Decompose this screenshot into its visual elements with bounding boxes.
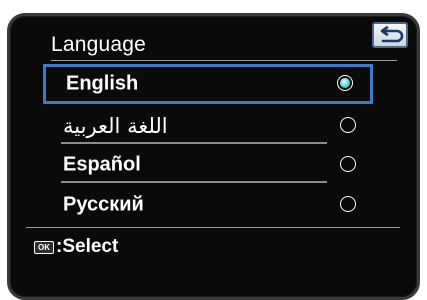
radio-unselected-icon[interactable] <box>340 156 356 172</box>
radio-unselected-icon[interactable] <box>340 117 356 133</box>
return-arrow-icon <box>380 26 404 43</box>
row-divider <box>61 181 327 183</box>
language-option-label: اللغة العربية <box>63 114 168 138</box>
menu-title: Language <box>51 33 147 56</box>
language-option-english[interactable]: English <box>43 64 373 104</box>
language-option-label: Español <box>63 153 141 176</box>
title-divider <box>51 60 397 61</box>
select-hint: OK :Select <box>34 236 118 258</box>
footer-divider <box>26 227 400 228</box>
back-button[interactable] <box>372 22 408 48</box>
language-option-label: Русский <box>63 193 144 216</box>
radio-selected-icon[interactable] <box>337 75 353 91</box>
ok-button-icon: OK <box>34 240 54 254</box>
language-option-spanish[interactable]: Español <box>43 145 373 185</box>
select-hint-text: :Select <box>56 236 119 257</box>
row-divider <box>61 142 327 144</box>
language-option-arabic[interactable]: اللغة العربية <box>43 106 373 146</box>
radio-unselected-icon[interactable] <box>340 196 356 212</box>
language-option-label: English <box>66 72 139 95</box>
camera-menu-screen: Language English اللغة العربية Español Р… <box>0 0 427 300</box>
language-option-russian[interactable]: Русский <box>43 185 373 225</box>
